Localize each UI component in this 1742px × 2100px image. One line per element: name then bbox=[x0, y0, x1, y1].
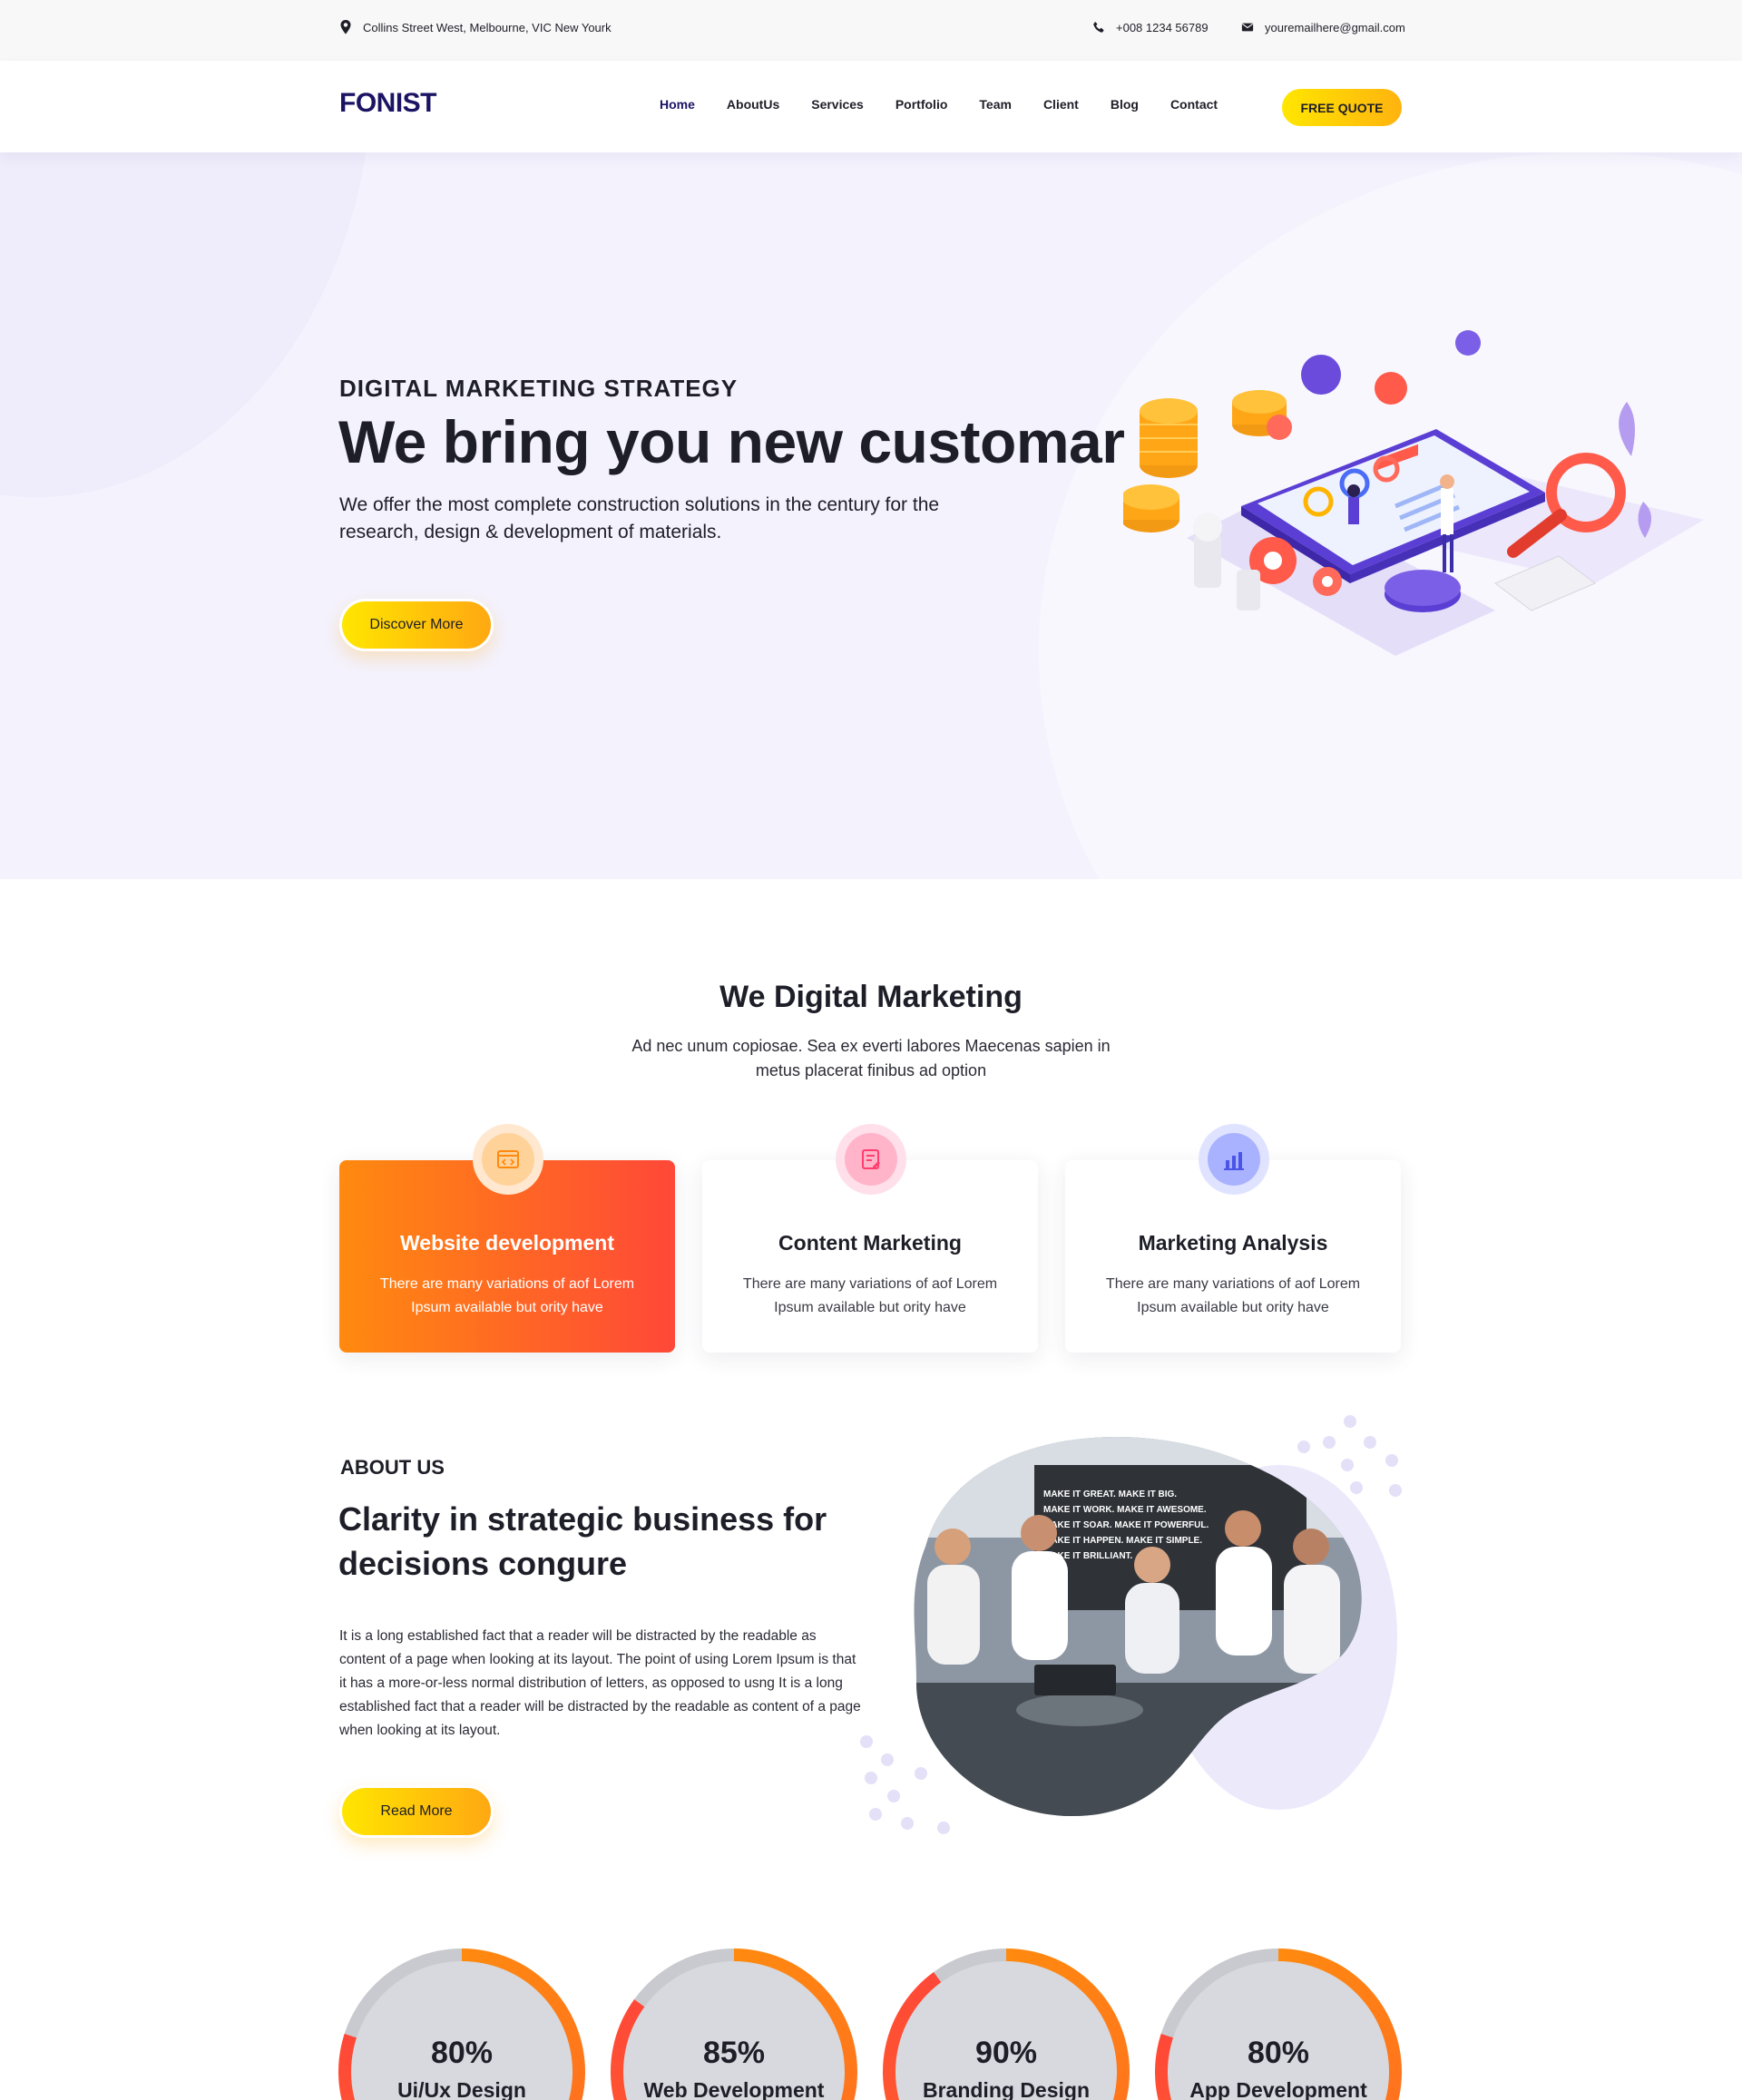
service-card-content-marketing[interactable]: Content Marketing There are many variati… bbox=[702, 1124, 1038, 1353]
hero-lead: We offer the most complete construction … bbox=[339, 494, 940, 542]
nav-menu: Home AboutUs Services Portfolio Team Cli… bbox=[660, 97, 1249, 112]
skill-label: App Development bbox=[1189, 2078, 1367, 2100]
skill-percent: 85% bbox=[702, 2036, 766, 2070]
svg-text:MAKE IT SOAR. MAKE IT POWERFUL: MAKE IT SOAR. MAKE IT POWERFUL. bbox=[1043, 1520, 1209, 1530]
service-card-text: There are many variations of aof Lorem I… bbox=[1105, 1276, 1361, 1315]
brand-logo[interactable]: FONIST bbox=[339, 88, 437, 119]
service-card-title: Website development bbox=[399, 1231, 615, 1255]
skill-label: Web Development bbox=[643, 2078, 825, 2100]
service-card-title: Content Marketing bbox=[778, 1231, 962, 1255]
top-info-bar: Collins Street West, Melbourne, VIC New … bbox=[0, 0, 1742, 61]
location-pin-icon bbox=[340, 20, 351, 34]
skill-percent: 90% bbox=[974, 2036, 1038, 2070]
isometric-marketing-illustration bbox=[1123, 330, 1704, 656]
edit-document-icon bbox=[862, 1149, 880, 1169]
wall-slogan-text: MAKE IT GREAT. MAKE IT BIG. bbox=[1043, 1490, 1177, 1499]
nav-item-blog[interactable]: Blog bbox=[1111, 97, 1139, 112]
skill-circle-branding-design: 90% Branding Design bbox=[883, 1949, 1130, 2100]
nav-item-client[interactable]: Client bbox=[1043, 97, 1079, 112]
read-more-button[interactable]: Read More bbox=[339, 1785, 494, 1838]
service-badge bbox=[1199, 1124, 1269, 1195]
nav-item-home[interactable]: Home bbox=[660, 97, 695, 112]
nav-item-aboutus[interactable]: AboutUs bbox=[727, 97, 779, 112]
free-quote-button[interactable]: FREE QUOTE bbox=[1282, 89, 1402, 126]
service-card-website-development[interactable]: Website development There are many varia… bbox=[339, 1124, 675, 1353]
email-text: youremailhere@gmail.com bbox=[1265, 20, 1405, 34]
service-card-title: Marketing Analysis bbox=[1138, 1231, 1328, 1255]
skill-circle-web-development: 85% Web Development bbox=[611, 1949, 857, 2100]
address-info: Collins Street West, Melbourne, VIC New … bbox=[339, 20, 612, 34]
services-title: We Digital Marketing bbox=[719, 980, 1023, 1014]
skill-percent: 80% bbox=[1247, 2036, 1310, 2070]
nav-item-services[interactable]: Services bbox=[811, 97, 864, 112]
team-photo: MAKE IT GREAT. MAKE IT BIG. MAKE IT WORK… bbox=[860, 1415, 1402, 1834]
bar-chart-icon bbox=[1224, 1152, 1244, 1170]
services-subtitle: Ad nec unum copiosae. Sea ex everti labo… bbox=[631, 1037, 1111, 1079]
phone-icon bbox=[1093, 22, 1104, 33]
skill-percent: 80% bbox=[430, 2036, 494, 2070]
svg-text:MAKE IT WORK. MAKE IT AWESOME.: MAKE IT WORK. MAKE IT AWESOME. bbox=[1043, 1505, 1207, 1515]
hero-section: DIGITAL MARKETING STRATEGY We bring you … bbox=[0, 152, 1742, 879]
skill-label: Ui/Ux Design bbox=[397, 2078, 526, 2100]
service-badge bbox=[473, 1124, 543, 1195]
service-card-marketing-analysis[interactable]: Marketing Analysis There are many variat… bbox=[1065, 1124, 1401, 1353]
code-window-icon bbox=[497, 1150, 519, 1168]
email-info[interactable]: youremailhere@gmail.com bbox=[1241, 20, 1405, 34]
nav-item-contact[interactable]: Contact bbox=[1170, 97, 1218, 112]
discover-more-button[interactable]: Discover More bbox=[339, 599, 494, 651]
main-navbar: FONIST Home AboutUs Services Portfolio T… bbox=[0, 61, 1742, 152]
nav-item-team[interactable]: Team bbox=[979, 97, 1012, 112]
hero-kicker: DIGITAL MARKETING STRATEGY bbox=[339, 375, 739, 402]
about-text: It is a long established fact that a rea… bbox=[339, 1628, 861, 1738]
address-text: Collins Street West, Melbourne, VIC New … bbox=[363, 20, 612, 34]
service-card-text: There are many variations of aof Lorem I… bbox=[379, 1276, 635, 1315]
skill-circle-uiux: 80% Ui/Ux Design bbox=[338, 1949, 585, 2100]
envelope-icon bbox=[1241, 23, 1254, 32]
about-title: Clarity in strategic business for decisi… bbox=[338, 1500, 827, 1582]
service-card-text: There are many variations of aof Lorem I… bbox=[742, 1276, 998, 1315]
nav-item-portfolio[interactable]: Portfolio bbox=[895, 97, 948, 112]
service-badge bbox=[836, 1124, 906, 1195]
svg-text:MAKE IT HAPPEN. MAKE IT SIMPLE: MAKE IT HAPPEN. MAKE IT SIMPLE. bbox=[1043, 1536, 1202, 1546]
skill-circle-app-development: 80% App Development bbox=[1155, 1949, 1402, 2100]
about-kicker: ABOUT US bbox=[340, 1456, 445, 1479]
skill-label: Branding Design bbox=[922, 2078, 1090, 2100]
hero-bg-shape bbox=[0, 152, 372, 497]
phone-info[interactable]: +008 1234 56789 bbox=[1092, 20, 1209, 34]
hero-title: We bring you new customar bbox=[338, 408, 1125, 475]
phone-text: +008 1234 56789 bbox=[1116, 20, 1209, 34]
